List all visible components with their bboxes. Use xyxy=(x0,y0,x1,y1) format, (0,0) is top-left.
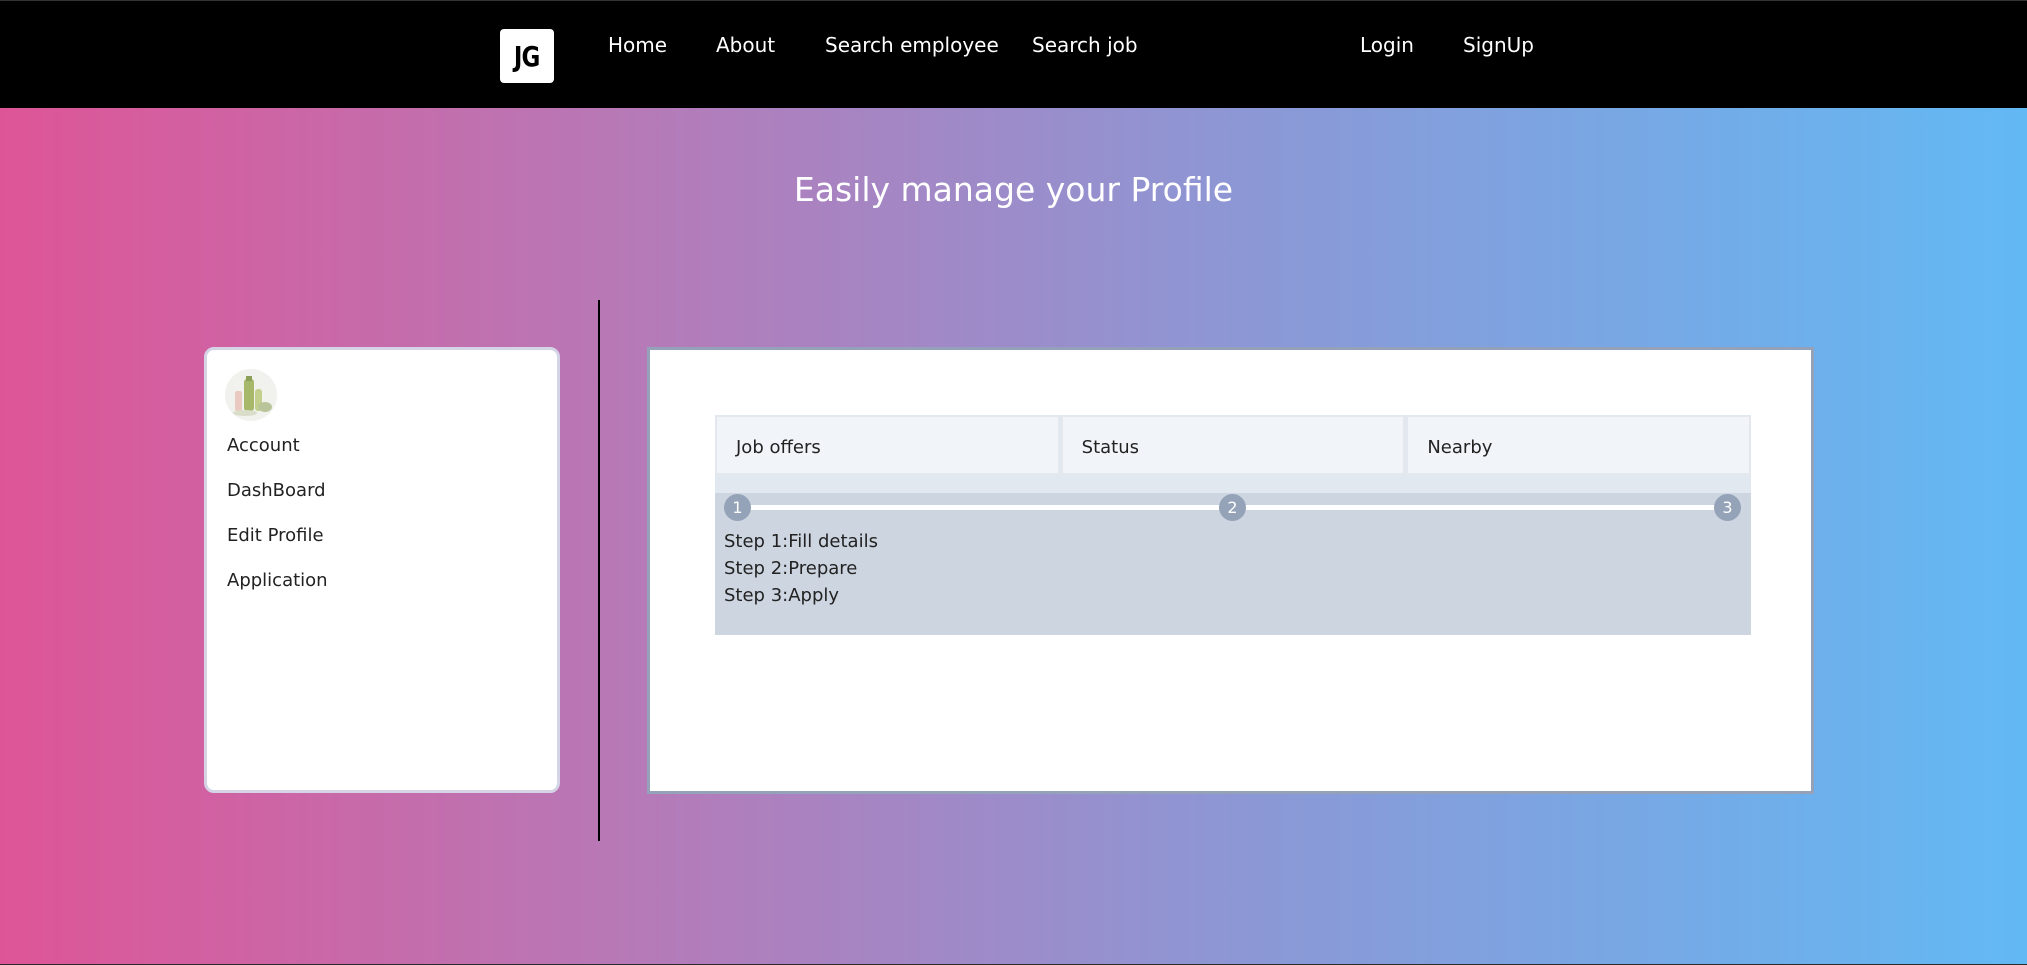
sidebar-item-edit-profile[interactable]: Edit Profile xyxy=(227,525,324,546)
steps-panel: 1 2 3 Step 1:Fill details Step 2:Prepare… xyxy=(715,493,1751,635)
nav-home-link[interactable]: Home xyxy=(608,33,667,57)
step-1-text: Step 1:Fill details xyxy=(724,531,878,552)
sidebar: Account DashBoard Edit Profile Applicati… xyxy=(204,347,560,793)
page-title: Easily manage your Profile xyxy=(0,170,2027,209)
vertical-divider xyxy=(598,300,600,841)
page: JG Home About Search employee Search job… xyxy=(0,0,2027,965)
tab-nearby[interactable]: Nearby xyxy=(1407,416,1751,474)
step-3-text: Step 3:Apply xyxy=(724,585,840,606)
step-marker-2: 2 xyxy=(1219,494,1246,521)
step-2-text: Step 2:Prepare xyxy=(724,558,858,579)
nav-search-employee-link[interactable]: Search employee xyxy=(825,33,999,57)
tab-bar: Job offers Status Nearby xyxy=(715,415,1751,475)
main-panel: Job offers Status Nearby 1 2 3 Step 1:Fi… xyxy=(647,347,1814,794)
sidebar-item-account[interactable]: Account xyxy=(227,435,300,456)
nav-login-link[interactable]: Login xyxy=(1360,33,1414,57)
page-title-text: Easily manage your Profile xyxy=(793,170,1234,209)
sidebar-item-dashboard[interactable]: DashBoard xyxy=(227,480,326,501)
tab-job-offers[interactable]: Job offers xyxy=(716,416,1059,474)
avatar[interactable] xyxy=(225,369,277,421)
sidebar-item-application[interactable]: Application xyxy=(227,570,328,591)
nav-signup-link[interactable]: SignUp xyxy=(1463,33,1534,57)
logo[interactable]: JG xyxy=(500,29,554,83)
step-marker-3: 3 xyxy=(1714,494,1741,521)
step-marker-1: 1 xyxy=(724,494,751,521)
top-navbar: JG Home About Search employee Search job… xyxy=(0,0,2027,108)
nav-about-link[interactable]: About xyxy=(716,33,775,57)
tab-content-header xyxy=(715,475,1751,493)
tab-status[interactable]: Status xyxy=(1061,416,1405,474)
logo-text: JG xyxy=(514,39,541,73)
nav-search-job-link[interactable]: Search job xyxy=(1032,33,1138,57)
avatar-image xyxy=(225,369,277,421)
